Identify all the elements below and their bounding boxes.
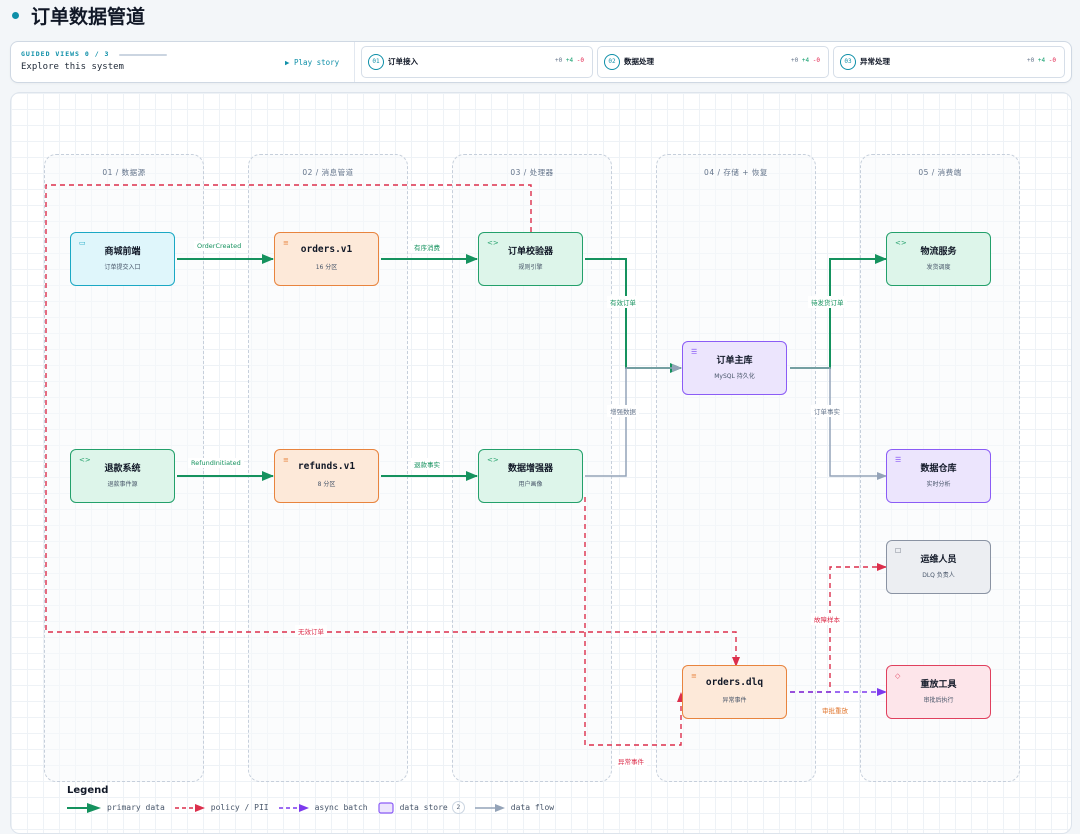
legend-items: primary data policy / PII async batch da… — [67, 801, 564, 814]
legend-label: primary data — [107, 803, 165, 812]
legend-flow: data flow — [474, 803, 555, 813]
legend-label: async batch — [314, 803, 368, 812]
node-subtitle: 异常事件 — [722, 697, 747, 704]
primary-line-icon — [67, 802, 101, 813]
node-data-warehouse[interactable]: ☰ 数据仓库 实时分析 — [886, 449, 991, 503]
edge-enriched-data — [585, 364, 682, 477]
node-title: 物流服务 — [920, 247, 957, 257]
node-title: 数据增强器 — [507, 464, 553, 474]
legend: Legend primary data policy / PII async b… — [67, 785, 687, 814]
step-label: 数据处理 — [624, 57, 654, 66]
guided-progress-bar — [119, 54, 167, 56]
legend-label: policy / PII — [210, 803, 269, 812]
legend-label: data store — [399, 803, 448, 812]
edge-label-refund-initiated: RefundInitiated — [188, 458, 244, 468]
node-subtitle: 16 分区 — [315, 264, 338, 271]
flow-line-icon — [474, 803, 505, 812]
edge-label-valid-orders: 有效订单 — [607, 296, 639, 308]
legend-title: Legend — [67, 785, 109, 796]
async-line-icon — [278, 803, 309, 812]
guided-step-2[interactable]: 02 数据处理 +0 +4 -0 — [597, 46, 829, 78]
node-subtitle: 8 分区 — [317, 481, 336, 488]
title-dot-icon — [12, 11, 19, 19]
node-refunds-v1[interactable]: ≡ refunds.v1 8 分区 — [274, 449, 379, 503]
page-title: 订单数据管道 — [31, 5, 146, 28]
node-subtitle: 用户画像 — [518, 481, 543, 488]
node-title: 运维人员 — [920, 555, 957, 565]
node-subtitle: 审批后执行 — [923, 697, 954, 704]
edge-to-ship — [790, 254, 887, 369]
edge-label-order-facts: 订单事实 — [811, 405, 843, 417]
node-order-main-db[interactable]: ☰ 订单主库 MySQL 持久化 — [682, 341, 787, 395]
edge-valid-orders — [585, 258, 682, 373]
guided-views-bar: GUIDED VIEWS 0 / 3 Explore this system ▶… — [10, 41, 1072, 83]
node-subtitle: 订单提交入口 — [104, 264, 141, 271]
node-logistics-service[interactable]: <> 物流服务 发货调度 — [886, 232, 991, 286]
node-subtitle: DLQ 负责人 — [922, 572, 955, 579]
node-orders-dlq[interactable]: ≡ orders.dlq 异常事件 — [682, 665, 787, 719]
node-title: 商城前端 — [104, 247, 141, 257]
store-swatch-icon — [377, 801, 394, 814]
policy-line-icon — [174, 803, 205, 812]
node-ops-staff[interactable]: ☐ 运维人员 DLQ 负责人 — [886, 540, 991, 594]
step-number: 01 — [368, 54, 384, 70]
node-title: refunds.v1 — [297, 461, 356, 472]
legend-policy: policy / PII — [174, 803, 269, 813]
step-label: 订单接入 — [388, 57, 418, 66]
legend-store: data store 2 — [377, 801, 465, 814]
step-delta: +0 +4 -0 — [791, 57, 820, 64]
edge-fault-samples — [790, 563, 887, 693]
divider — [354, 42, 355, 82]
node-orders-v1[interactable]: ≡ orders.v1 16 分区 — [274, 232, 379, 286]
node-replay-tool[interactable]: ◇ 重放工具 审批后执行 — [886, 665, 991, 719]
edge-exception-events — [584, 497, 685, 746]
legend-label: data flow — [510, 803, 555, 812]
diagram-canvas[interactable]: 01 / 数据源 02 / 消息管道 03 / 处理器 04 / 存储 + 恢复… — [10, 92, 1072, 834]
edge-label-to-ship: 待发货订单 — [808, 296, 847, 308]
step-delta: +0 +4 -0 — [555, 57, 584, 64]
step-number: 03 — [840, 54, 856, 70]
play-story-button[interactable]: ▶ Play story — [285, 58, 339, 67]
edge-label-order-created: OrderCreated — [194, 241, 245, 251]
node-subtitle: MySQL 持久化 — [714, 373, 755, 380]
edge-order-facts — [790, 367, 887, 480]
legend-store-count: 2 — [451, 801, 465, 814]
node-subtitle: 规则引擎 — [518, 264, 543, 271]
page-header: 订单数据管道 — [8, 0, 145, 30]
step-number: 02 — [604, 54, 620, 70]
edge-label-approved-replay: 审批重放 — [819, 704, 851, 716]
legend-async: async batch — [278, 803, 368, 813]
node-title: 退款系统 — [104, 464, 141, 474]
node-title: 数据仓库 — [920, 464, 957, 474]
node-refund-system[interactable]: <> 退款系统 退款事件源 — [70, 449, 175, 503]
node-title: 订单校验器 — [507, 247, 553, 257]
step-delta: +0 +4 -0 — [1027, 57, 1056, 64]
edge-label-refund-fact: 退款事实 — [411, 458, 443, 470]
edge-label-enriched-data: 增强数据 — [607, 405, 639, 417]
edge-label-invalid-orders: 无效订单 — [295, 625, 327, 637]
guided-step-3[interactable]: 03 异常处理 +0 +4 -0 — [833, 46, 1065, 78]
legend-primary: primary data — [67, 802, 165, 813]
node-subtitle: 退款事件源 — [107, 481, 138, 488]
guided-step-1[interactable]: 01 订单接入 +0 +4 -0 — [361, 46, 593, 78]
guided-views-kicker: GUIDED VIEWS 0 / 3 — [21, 50, 110, 58]
node-title: orders.v1 — [300, 244, 353, 255]
edge-label-ordered-consume: 有序消费 — [411, 241, 443, 253]
node-subtitle: 发货调度 — [926, 264, 951, 271]
node-title: 订单主库 — [716, 356, 753, 366]
step-label: 异常处理 — [860, 57, 890, 66]
node-title: 重放工具 — [920, 680, 957, 690]
node-title: orders.dlq — [705, 677, 764, 688]
node-subtitle: 实时分析 — [926, 481, 951, 488]
node-mall-frontend[interactable]: ▭ 商城前端 订单提交入口 — [70, 232, 175, 286]
node-order-validator[interactable]: <> 订单校验器 规则引擎 — [478, 232, 583, 286]
edge-label-exception-events: 异常事件 — [615, 755, 647, 767]
edge-label-fault-samples: 故障样本 — [811, 613, 843, 625]
node-data-enricher[interactable]: <> 数据增强器 用户画像 — [478, 449, 583, 503]
